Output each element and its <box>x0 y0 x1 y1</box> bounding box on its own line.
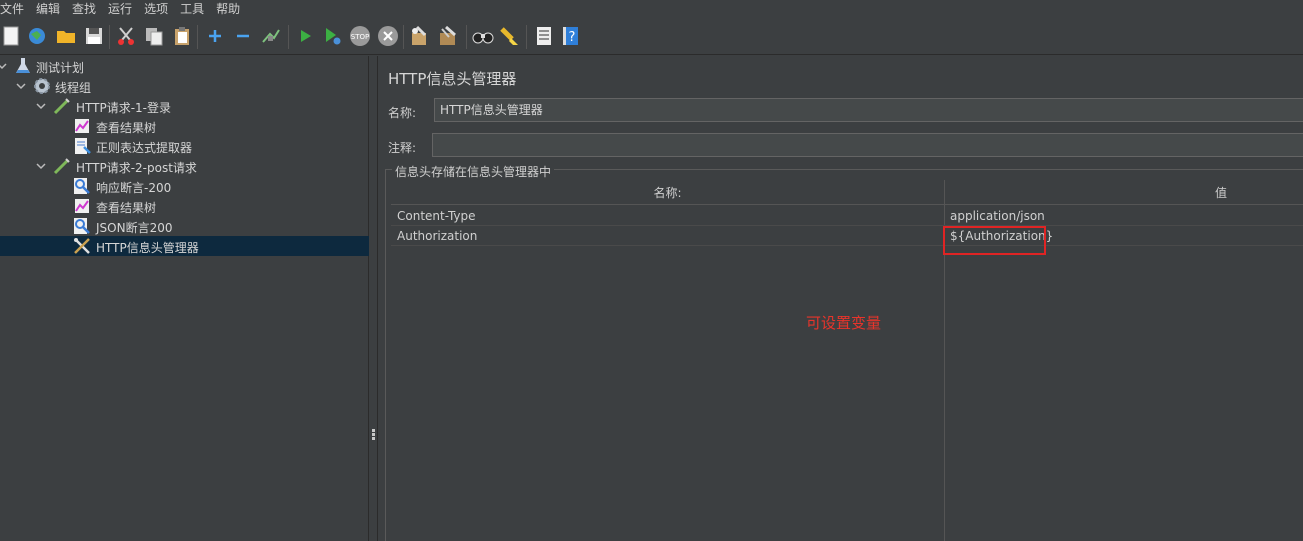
clear-all-icon[interactable] <box>437 25 459 47</box>
start-icon[interactable] <box>294 25 316 47</box>
column-header-value[interactable]: 值 <box>945 180 1303 205</box>
function-helper-icon[interactable] <box>533 25 555 47</box>
column-header-name[interactable]: 名称: <box>391 180 945 205</box>
header-manager-panel: HTTP信息头管理器 名称: HTTP信息头管理器 注释: 信息头存储在信息头管… <box>379 56 1303 541</box>
annotation-text: 可设置变量 <box>806 314 882 332</box>
menu-file[interactable]: 文件 <box>0 0 30 19</box>
page-title: HTTP信息头管理器 <box>388 70 517 88</box>
help-icon[interactable]: ? <box>560 25 582 47</box>
tree-item-json-assertion[interactable]: JSON断言200 <box>0 216 369 236</box>
variable-highlight-box <box>943 226 1046 255</box>
table-row[interactable]: Authorization ${Authorization} <box>391 226 1303 246</box>
tree-item-label: HTTP请求-1-登录 <box>76 101 172 115</box>
menu-search[interactable]: 查找 <box>66 0 102 19</box>
tree-item-thread-group[interactable]: 线程组 <box>0 76 369 96</box>
menu-tools[interactable]: 工具 <box>174 0 210 19</box>
tree-item-label: 线程组 <box>55 81 92 95</box>
tree-item-label: 查看结果树 <box>96 121 157 135</box>
tree-item-http-request-1[interactable]: HTTP请求-1-登录 <box>0 96 369 116</box>
panel-splitter[interactable] <box>369 56 378 541</box>
header-name-cell[interactable]: Authorization <box>391 226 944 246</box>
name-label: 名称: <box>388 106 417 120</box>
cut-icon[interactable] <box>115 25 137 47</box>
extractor-icon <box>73 137 91 155</box>
menu-help[interactable]: 帮助 <box>210 0 246 19</box>
header-name-cell[interactable]: Content-Type <box>391 206 944 226</box>
toggle-icon[interactable] <box>260 25 282 47</box>
header-value-cell[interactable]: application/json <box>944 206 1303 226</box>
headers-group-title: 信息头存储在信息头管理器中 <box>392 163 555 180</box>
headers-table: 名称: 值 Content-Type application/json Auth… <box>391 180 1303 541</box>
menu-bar: 文件 编辑 查找 运行 选项 工具 帮助 <box>0 0 1303 19</box>
assertion-icon <box>73 217 91 235</box>
svg-text:?: ? <box>569 30 576 45</box>
save-icon[interactable] <box>83 25 105 47</box>
tree-item-label: 查看结果树 <box>96 201 157 215</box>
http-sampler-icon <box>53 97 71 115</box>
chevron-down-icon[interactable] <box>36 161 46 171</box>
templates-icon[interactable] <box>26 25 48 47</box>
header-manager-icon <box>73 237 91 255</box>
start-no-pause-icon[interactable] <box>321 25 343 47</box>
tree-item-test-plan[interactable]: 测试计划 <box>0 56 369 76</box>
svg-text:STOP: STOP <box>351 33 369 41</box>
tree-item-label: 响应断言-200 <box>96 181 172 195</box>
name-field[interactable]: HTTP信息头管理器 <box>434 98 1303 122</box>
tree-item-label: JSON断言200 <box>96 221 173 235</box>
open-icon[interactable] <box>55 25 77 47</box>
tree-item-view-results-2[interactable]: 查看结果树 <box>0 196 369 216</box>
tree-item-header-manager[interactable]: HTTP信息头管理器 <box>0 236 369 256</box>
expand-icon[interactable] <box>204 25 226 47</box>
grip-dot <box>372 429 375 432</box>
http-sampler-icon <box>53 157 71 175</box>
chevron-down-icon[interactable] <box>36 101 46 111</box>
table-header: 名称: 值 <box>391 180 1303 205</box>
tree-item-label: 测试计划 <box>36 61 85 75</box>
menu-run[interactable]: 运行 <box>102 0 138 19</box>
clear-icon[interactable] <box>409 25 431 47</box>
stop-icon[interactable]: STOP <box>349 25 371 47</box>
menu-options[interactable]: 选项 <box>138 0 174 19</box>
copy-icon[interactable] <box>143 25 165 47</box>
thread-group-icon <box>33 77 51 95</box>
column-divider <box>944 205 945 541</box>
tree-item-label: 正则表达式提取器 <box>96 141 193 155</box>
tree-item-view-results-1[interactable]: 查看结果树 <box>0 116 369 136</box>
paste-icon[interactable] <box>171 25 193 47</box>
toolbar: STOP ? <box>0 19 1303 55</box>
grip-dot <box>372 433 375 436</box>
collapse-icon[interactable] <box>232 25 254 47</box>
menu-edit[interactable]: 编辑 <box>30 0 66 19</box>
tree-item-label: HTTP请求-2-post请求 <box>76 161 197 175</box>
chevron-down-icon[interactable] <box>16 81 26 91</box>
chevron-down-icon[interactable] <box>0 61 7 71</box>
reset-search-icon[interactable] <box>499 25 521 47</box>
new-icon[interactable] <box>0 25 22 47</box>
test-plan-icon <box>14 57 32 75</box>
grip-dot <box>372 437 375 440</box>
test-plan-tree: 测试计划 线程组 HTTP请求-1-登录 查看结果树 正则表达式提取器 HTTP… <box>0 56 369 541</box>
table-row[interactable]: Content-Type application/json <box>391 206 1303 226</box>
tree-item-label: HTTP信息头管理器 <box>96 241 199 255</box>
listener-icon <box>73 197 91 215</box>
comment-field[interactable] <box>432 133 1303 157</box>
comment-label: 注释: <box>388 141 417 155</box>
listener-icon <box>73 117 91 135</box>
search-icon[interactable] <box>472 25 494 47</box>
tree-item-regex-extractor[interactable]: 正则表达式提取器 <box>0 136 369 156</box>
shutdown-icon[interactable] <box>377 25 399 47</box>
assertion-icon <box>73 177 91 195</box>
tree-item-response-assertion[interactable]: 响应断言-200 <box>0 176 369 196</box>
tree-item-http-request-2[interactable]: HTTP请求-2-post请求 <box>0 156 369 176</box>
